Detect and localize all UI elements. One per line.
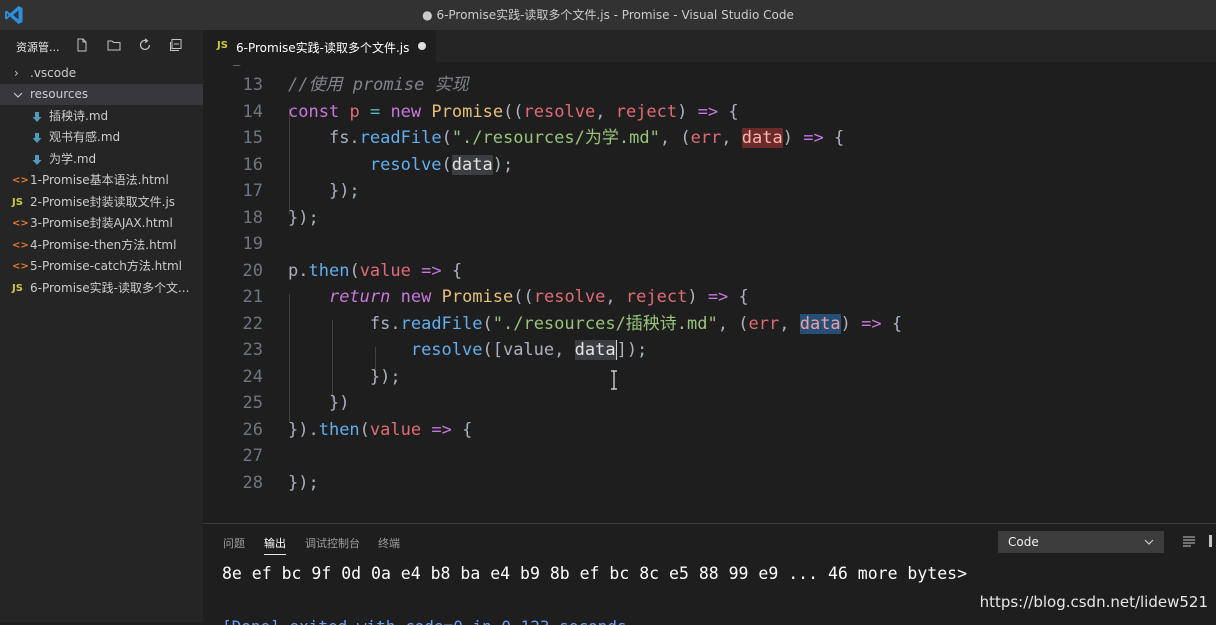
- markdown-file-icon: [32, 112, 42, 122]
- tree-item-js-1[interactable]: JS 2-Promise封装读取文件.js: [0, 192, 203, 213]
- line-number: 23: [242, 340, 263, 360]
- html-file-icon: <>: [12, 240, 29, 251]
- line-number: 21: [242, 287, 263, 307]
- output-text-partial: [Done] exited with code=0 in 0.123 secon…: [222, 617, 627, 625]
- tree-item-html-4[interactable]: <> 5-Promise-catch方法.html: [0, 256, 203, 277]
- line-number: 20: [242, 260, 263, 281]
- tree-item-js-2[interactable]: JS 6-Promise实践-读取多个文...: [0, 278, 203, 299]
- output-channel-value: Code: [1008, 535, 1039, 549]
- line-number: 22: [242, 313, 263, 334]
- code-line-15[interactable]: fs.readFile("./resources/为学.md", (err, d…: [288, 125, 844, 152]
- code-line-25[interactable]: }): [288, 390, 349, 417]
- chevron-down-icon: [13, 92, 23, 98]
- line-number: 17: [242, 181, 263, 201]
- highlighted-param-data: data: [741, 128, 783, 148]
- title-bar: ● 6-Promise实践-读取多个文件.js - Promise - Visu…: [0, 0, 1216, 30]
- line-number: 26: [242, 419, 263, 440]
- lock-scroll-icon[interactable]: [1209, 533, 1216, 549]
- line-number: 25: [242, 393, 263, 413]
- chevron-right-icon: ›: [14, 66, 19, 80]
- line-number: 13: [242, 75, 263, 95]
- tree-item-resources[interactable]: resources: [0, 84, 203, 105]
- line-number: 27: [242, 446, 263, 466]
- html-file-icon: <>: [12, 175, 29, 186]
- line-number: 28: [242, 472, 263, 493]
- code-line-28[interactable]: });: [288, 470, 319, 497]
- explorer-title: 资源管...: [16, 41, 60, 54]
- code-line-16[interactable]: resolve(data);: [288, 152, 513, 179]
- collapse-all-icon[interactable]: [168, 37, 184, 53]
- line-number: 24: [242, 366, 263, 387]
- new-file-icon[interactable]: [74, 37, 90, 53]
- highlighted-param-data: data: [799, 313, 841, 334]
- markdown-file-icon: [32, 155, 42, 165]
- tab-problems[interactable]: 问题: [223, 535, 245, 551]
- code-line-23[interactable]: resolve([value, data]);: [288, 337, 648, 364]
- new-folder-icon[interactable]: [106, 37, 122, 53]
- js-file-icon: JS: [217, 40, 228, 51]
- folded-line-stub: —: [233, 62, 241, 72]
- tree-item-md-2[interactable]: 观书有感.md: [0, 127, 203, 148]
- html-file-icon: <>: [12, 218, 29, 229]
- tab-debug-console[interactable]: 调试控制台: [305, 535, 360, 551]
- code-line-18[interactable]: });: [288, 205, 319, 232]
- editor-tabs: JS 6-Promise实践-读取多个文件.js: [203, 30, 1216, 62]
- html-file-icon: <>: [12, 261, 29, 272]
- line-number: 16: [242, 154, 263, 175]
- tree-item-md-3[interactable]: 为学.md: [0, 149, 203, 170]
- tab-active-file[interactable]: JS 6-Promise实践-读取多个文件.js: [203, 30, 436, 62]
- text-cursor-icon: [611, 370, 617, 390]
- markdown-file-icon: [32, 133, 42, 143]
- line-number: 14: [242, 101, 263, 122]
- explorer-sidebar: 资源管... › .vscode resources 插秧诗.md 观书有感.m…: [0, 30, 203, 622]
- js-file-icon: JS: [12, 197, 23, 208]
- code-line-21[interactable]: return new Promise((resolve, reject) => …: [288, 284, 749, 311]
- line-number: 19: [242, 234, 263, 254]
- code-line-14[interactable]: const p = new Promise((resolve, reject) …: [288, 99, 739, 126]
- tree-item-md-1[interactable]: 插秧诗.md: [0, 106, 203, 127]
- explorer-header: 资源管...: [0, 30, 203, 62]
- clear-output-icon[interactable]: [1181, 533, 1197, 549]
- window-title: ● 6-Promise实践-读取多个文件.js - Promise - Visu…: [422, 8, 794, 22]
- code-comment: //使用 promise 实现: [288, 75, 469, 95]
- code-line-17[interactable]: });: [288, 178, 360, 205]
- tab-terminal[interactable]: 终端: [378, 535, 400, 551]
- code-line-22[interactable]: fs.readFile("./resources/插秧诗.md", (err, …: [288, 311, 902, 338]
- chevron-down-icon: [1144, 539, 1154, 545]
- refresh-icon[interactable]: [137, 37, 153, 53]
- code-line-26[interactable]: }).then(value => {: [288, 417, 472, 444]
- tree-item-html-3[interactable]: <> 4-Promise-then方法.html: [0, 235, 203, 256]
- line-number: 18: [242, 207, 263, 228]
- tab-label: 6-Promise实践-读取多个文件.js: [236, 41, 410, 55]
- code-editor[interactable]: — 13 14 15 16 17 18 19 20 21 22 23 24 25…: [203, 62, 1216, 523]
- output-channel-select[interactable]: Code: [998, 531, 1164, 553]
- tab-output[interactable]: 输出: [264, 535, 286, 551]
- tree-item-html-2[interactable]: <> 3-Promise封装AJAX.html: [0, 213, 203, 234]
- line-number: 15: [242, 128, 263, 148]
- tree-item-vscode[interactable]: › .vscode: [0, 63, 203, 84]
- active-tab-indicator: [264, 554, 286, 555]
- js-file-icon: JS: [12, 283, 23, 294]
- watermark-url: https://blog.csdn.net/lidew521: [979, 593, 1208, 611]
- code-line-13[interactable]: //使用 promise 实现: [288, 72, 469, 99]
- unsaved-dot-icon[interactable]: [418, 42, 426, 50]
- output-text: 8e ef bc 9f 0d 0a e4 b8 ba e4 b9 8b ef b…: [222, 564, 968, 583]
- tree-item-html-1[interactable]: <> 1-Promise基本语法.html: [0, 170, 203, 191]
- code-line-20[interactable]: p.then(value => {: [288, 258, 462, 285]
- code-line-24[interactable]: });: [288, 364, 401, 391]
